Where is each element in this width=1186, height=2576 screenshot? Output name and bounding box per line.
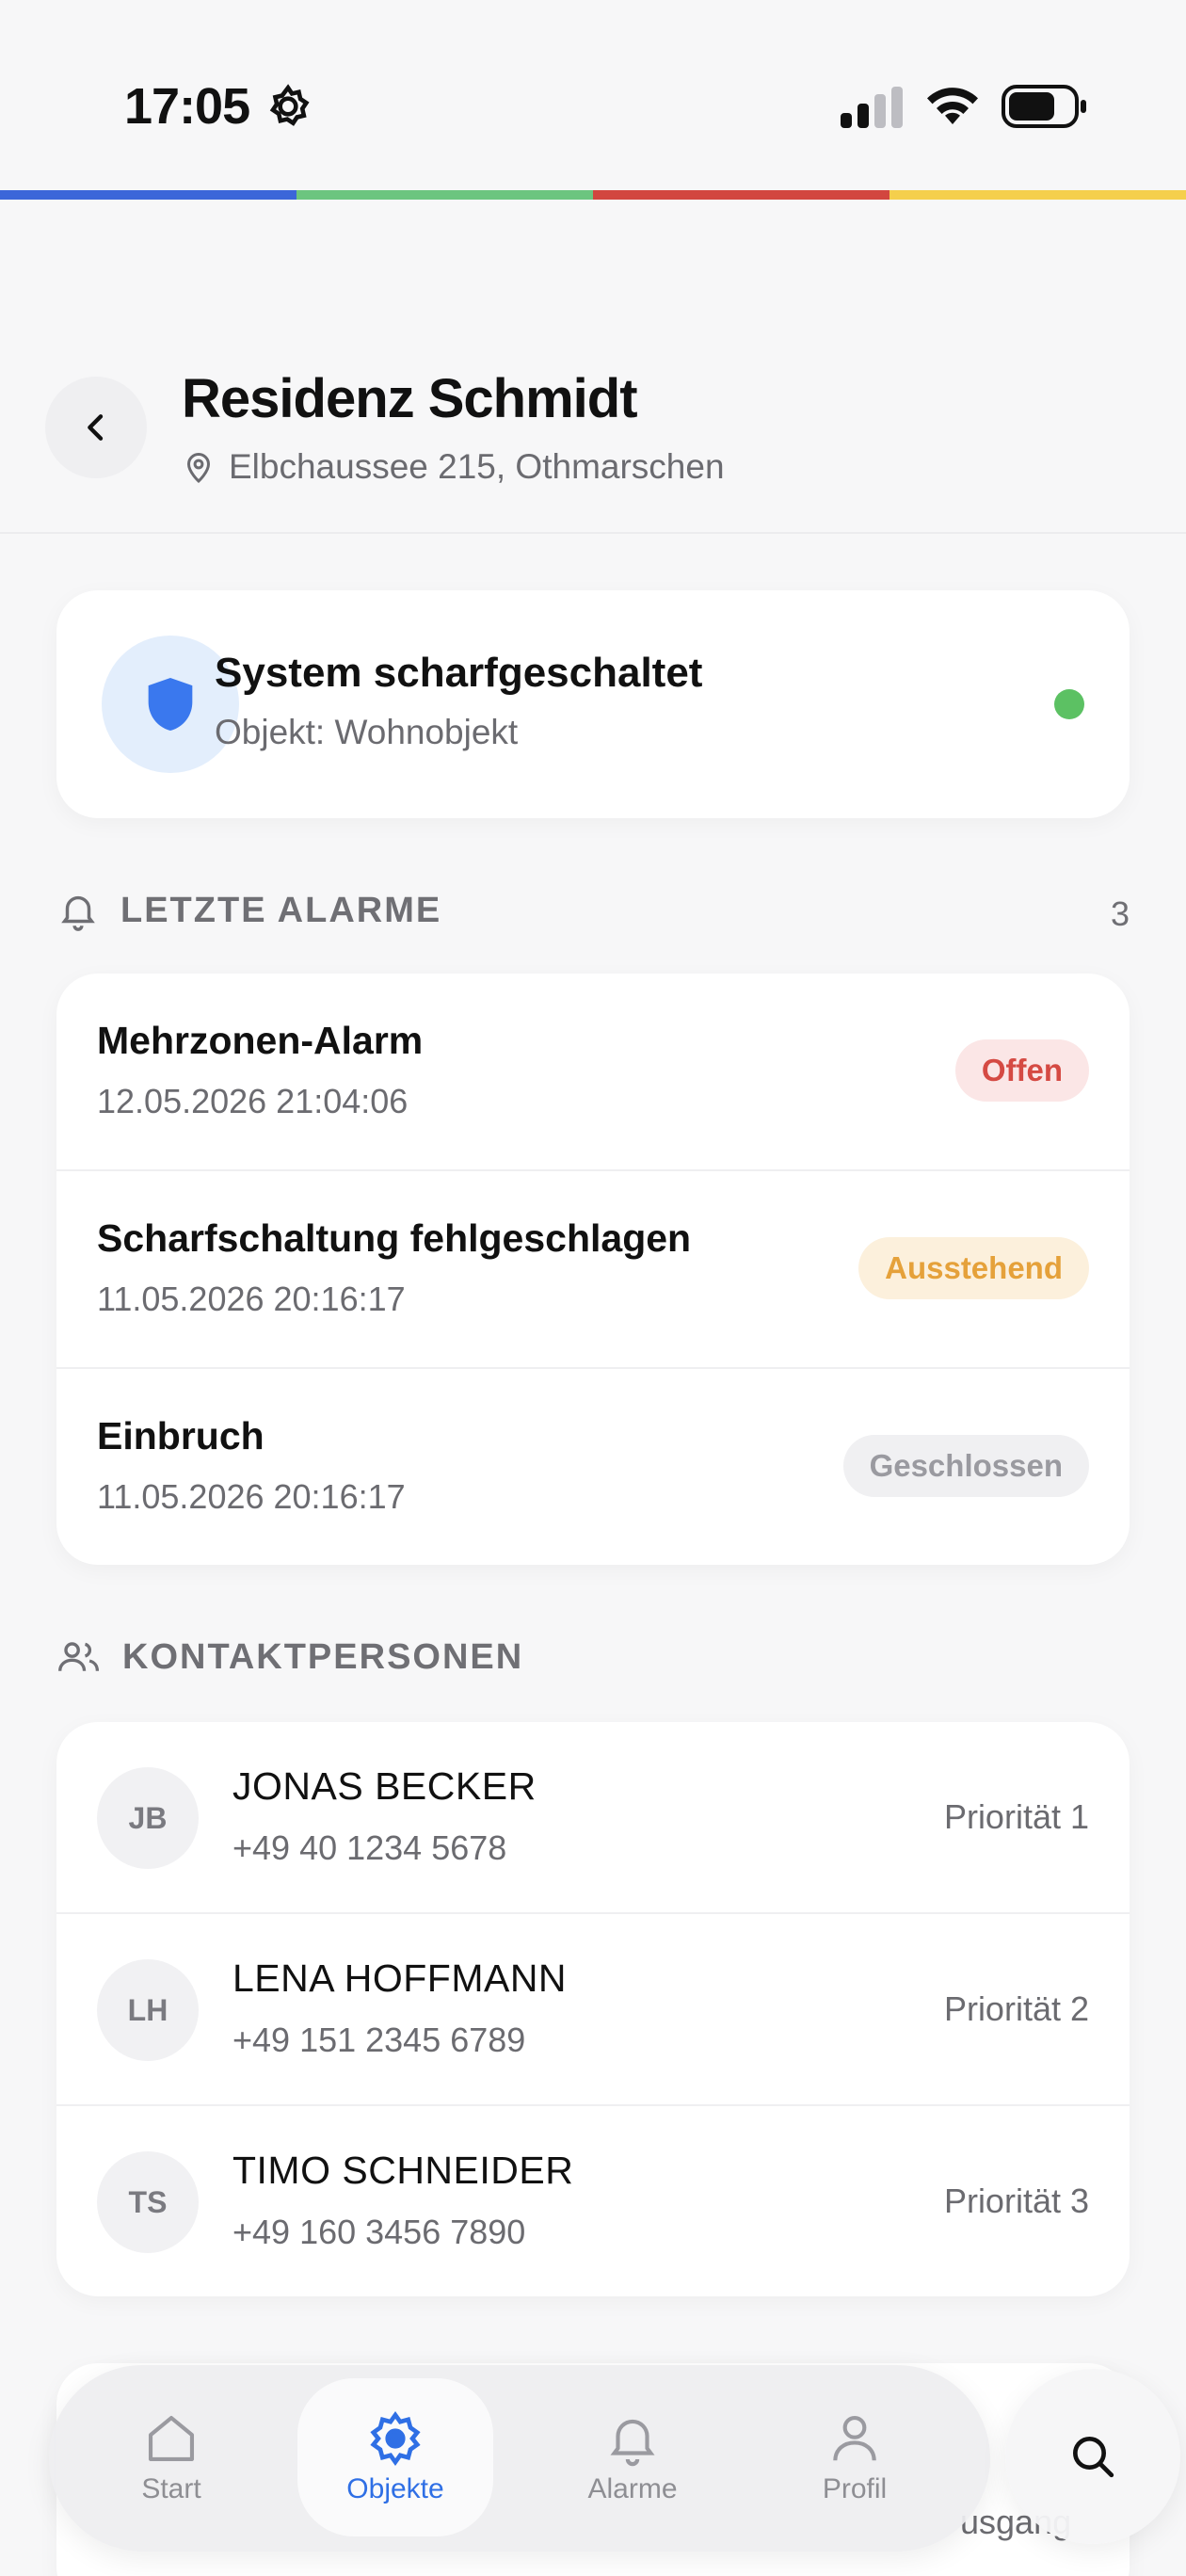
system-status-title: System scharfgeschaltet <box>215 650 703 696</box>
contact-name: JONAS BECKER <box>232 1764 537 1808</box>
tab-alarme[interactable]: Alarme <box>535 2378 730 2536</box>
alarm-date: 11.05.2026 20:16:17 <box>97 1280 406 1318</box>
contact-phone[interactable]: +49 40 1234 5678 <box>232 1828 506 1868</box>
contact-phone[interactable]: +49 151 2345 6789 <box>232 2021 525 2060</box>
alarm-title: Mehrzonen-Alarm <box>97 1019 424 1062</box>
brand-color-strip <box>0 190 1186 200</box>
tab-objekte-label: Objekte <box>346 2473 444 2504</box>
alarm-title: Scharfschaltung fehlgeschlagen <box>97 1216 692 1260</box>
status-bar: 17:05 <box>0 0 1186 188</box>
contact-row[interactable]: LH LENA HOFFMANN +49 151 2345 6789 Prior… <box>56 1914 1130 2106</box>
alarms-list: Mehrzonen-Alarm 12.05.2026 21:04:06 Offe… <box>56 974 1130 1565</box>
contact-name: TIMO SCHNEIDER <box>232 2149 574 2192</box>
system-status-card[interactable] <box>56 590 1130 818</box>
strip-green <box>296 190 593 200</box>
alarm-row[interactable]: Scharfschaltung fehlgeschlagen 11.05.202… <box>56 1171 1130 1369</box>
contacts-heading: KONTAKTPERSONEN <box>122 1636 524 1677</box>
strip-blue <box>0 190 296 200</box>
avatar: TS <box>97 2151 199 2253</box>
alarm-date: 11.05.2026 20:16:17 <box>97 1477 406 1516</box>
people-icon <box>58 1642 100 1671</box>
address-text: Elbchaussee 215, Othmarschen <box>229 447 725 486</box>
contact-row[interactable]: TS TIMO SCHNEIDER +49 160 3456 7890 Prio… <box>56 2106 1130 2296</box>
gear-status-icon <box>269 84 310 126</box>
gear-icon <box>370 2410 421 2467</box>
alarms-count: 3 <box>1110 894 1130 933</box>
alarm-row[interactable]: Mehrzonen-Alarm 12.05.2026 21:04:06 Offe… <box>56 974 1130 1171</box>
system-object-type: Objekt: Wohnobjekt <box>215 713 519 751</box>
signal-icon <box>841 87 903 128</box>
tab-start[interactable]: Start <box>73 2378 269 2536</box>
location-pin-icon <box>186 453 211 484</box>
tab-profil[interactable]: Profil <box>757 2378 953 2536</box>
alarm-row[interactable]: Einbruch 11.05.2026 20:16:17 Geschlossen <box>56 1369 1130 1565</box>
chevron-left-icon <box>88 414 104 441</box>
header-divider <box>0 532 1186 534</box>
alarm-date: 12.05.2026 21:04:06 <box>97 1082 409 1120</box>
tab-objekte[interactable]: Objekte <box>297 2378 493 2536</box>
battery-icon <box>1002 85 1086 128</box>
shield-icon <box>148 678 193 731</box>
avatar: JB <box>97 1767 199 1869</box>
home-icon <box>148 2415 195 2462</box>
avatar: LH <box>97 1959 199 2061</box>
status-badge-open: Offen <box>954 1039 1089 1102</box>
alarms-section-header: LETZTE ALARME <box>56 889 441 932</box>
search-button[interactable] <box>1005 2369 1180 2544</box>
tab-profil-label: Profil <box>822 2473 888 2504</box>
bell-tab-icon <box>610 2419 655 2467</box>
contact-phone[interactable]: +49 160 3456 7890 <box>232 2213 525 2252</box>
wifi-icon <box>927 88 978 124</box>
tab-alarme-label: Alarme <box>587 2473 678 2504</box>
contact-name: LENA HOFFMANN <box>232 1956 568 2000</box>
status-badge-closed: Geschlossen <box>842 1435 1089 1497</box>
contact-priority: Priorität 2 <box>943 1989 1089 2028</box>
alarms-heading: LETZTE ALARME <box>120 890 442 930</box>
status-time: 17:05 <box>124 78 250 135</box>
tab-start-label: Start <box>141 2473 201 2504</box>
system-status-indicator <box>1054 689 1084 719</box>
strip-yellow <box>890 190 1186 200</box>
bell-icon <box>61 895 95 931</box>
contact-priority: Priorität 3 <box>943 2182 1089 2220</box>
status-badge-pending: Ausstehend <box>858 1237 1089 1299</box>
contact-priority: Priorität 1 <box>943 1797 1089 1836</box>
contact-row[interactable]: JB JONAS BECKER +49 40 1234 5678 Priorit… <box>56 1722 1130 1914</box>
strip-red <box>593 190 890 200</box>
contacts-list: JB JONAS BECKER +49 40 1234 5678 Priorit… <box>56 1722 1130 2296</box>
bottom-tab-bar: Start Objekte Alarme Profil <box>49 2365 990 2552</box>
person-icon <box>833 2415 876 2461</box>
address-line: Elbchaussee 215, Othmarschen <box>182 447 725 487</box>
search-icon <box>1073 2437 1114 2478</box>
page-title: Residenz Schmidt <box>182 368 638 429</box>
alarm-title: Einbruch <box>97 1414 264 1457</box>
back-button[interactable] <box>45 377 147 478</box>
contacts-section-header: KONTAKTPERSONEN <box>56 1635 523 1679</box>
